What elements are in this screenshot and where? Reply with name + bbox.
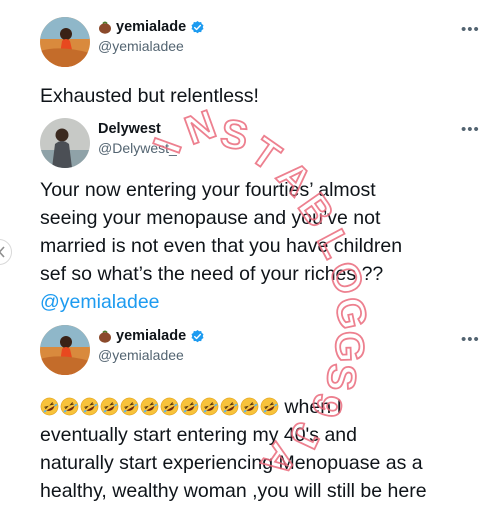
tweet-text-line: eventually start entering my 40's and [40, 424, 357, 446]
rolling-on-floor-laughing-icon [120, 397, 139, 416]
rolling-on-floor-laughing-icon [60, 397, 79, 416]
chevron-left-icon [0, 246, 5, 258]
verified-badge-icon [191, 20, 204, 33]
avatar[interactable] [40, 17, 90, 67]
avatar-photo [40, 17, 90, 67]
tweet-text: Exhausted but relentless! [40, 85, 259, 107]
rolling-on-floor-laughing-icon [80, 397, 99, 416]
handle[interactable]: @yemialadee [98, 347, 205, 363]
tweet-text-line: Your now entering your fourties’ almost [40, 179, 376, 201]
tweet-text-tail: when I [279, 396, 342, 418]
rolling-on-floor-laughing-icon [240, 397, 259, 416]
avatar[interactable] [40, 118, 90, 168]
tweet-text-line: healthy, wealthy woman ,you will still b… [40, 480, 427, 502]
rolling-on-floor-laughing-icon [180, 397, 199, 416]
avatar-photo [40, 325, 90, 375]
tweet-text-first-line: when I [40, 393, 427, 421]
rolling-on-floor-laughing-icon [160, 397, 179, 416]
watermark-letter: S [217, 111, 251, 159]
rolling-on-floor-laughing-icon [220, 397, 239, 416]
avatar-photo [40, 118, 90, 168]
avatar[interactable] [40, 325, 90, 375]
verified-badge-icon [191, 329, 204, 342]
tweet-text-line: naturally start experiencing Menopuase a… [40, 452, 423, 474]
mention-link[interactable]: @yemialadee [40, 288, 402, 316]
watermark-letter: G [326, 330, 371, 363]
tweet-text-line: married is not even that you have childr… [40, 235, 403, 257]
display-name[interactable]: yemialade [98, 328, 205, 344]
rolling-on-floor-laughing-icon [140, 397, 159, 416]
rolling-on-floor-laughing-icon [200, 397, 219, 416]
more-options-icon[interactable]: ••• [461, 332, 483, 347]
peach-emoji-icon [99, 329, 111, 343]
rolling-on-floor-laughing-icon [260, 397, 279, 416]
rolling-on-floor-laughing-icon [40, 397, 59, 416]
more-options-icon[interactable]: ••• [461, 22, 483, 37]
rolling-on-floor-laughing-icon [100, 397, 119, 416]
watermark-letter: S [318, 362, 364, 392]
tweet-text-line: sef so what’s the need of your riches ?? [40, 263, 384, 285]
carousel-prev-button[interactable] [0, 239, 12, 265]
handle[interactable]: @Delywest_ [98, 140, 177, 156]
display-name[interactable]: Delywest [98, 121, 177, 137]
watermark-letter: T [243, 129, 288, 179]
handle[interactable]: @yemialadee [98, 38, 205, 54]
display-name[interactable]: yemialade [98, 19, 205, 35]
peach-emoji-icon [99, 20, 111, 34]
tweet-text-line: seeing your menopause and you’ve not [40, 207, 381, 229]
emoji-row [40, 397, 279, 416]
more-options-icon[interactable]: ••• [461, 122, 483, 137]
